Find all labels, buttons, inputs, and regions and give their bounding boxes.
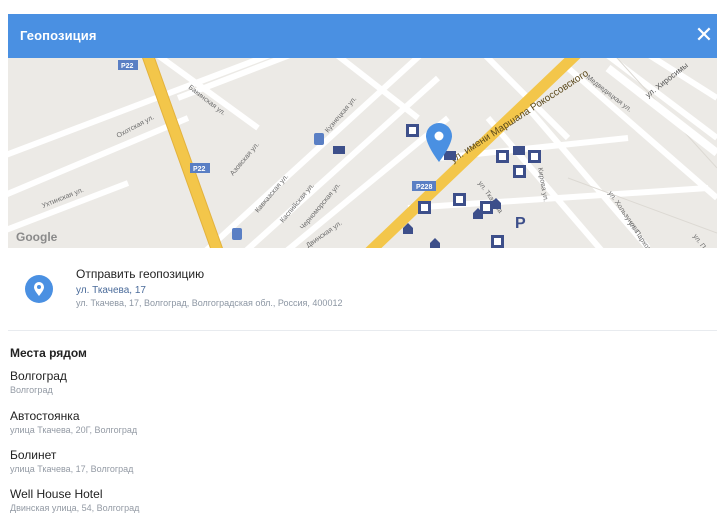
dialog-body: Отправить геопозицию ул. Ткачева, 17 ул.… [8,248,717,518]
close-icon[interactable]: ✕ [693,23,715,47]
dialog-title: Геопозиция [20,28,97,43]
place-address: Волгоград [10,385,53,395]
road-shield: Р22 [121,63,134,70]
street-label: ул. Пархоменко [691,233,717,248]
parking-label: P [515,215,526,232]
place-address: Двинская улица, 54, Волгоград [10,503,140,513]
place-name: Автостоянка [10,409,80,423]
send-location-street: ул. Ткачева, 17 [76,285,146,296]
street-label: ул. Пархоменко [626,220,661,248]
location-pin-icon [25,275,53,303]
place-name: Болинет [10,448,57,462]
nearby-place-item[interactable]: Волгоград Волгоград [10,369,710,405]
street-label: Кавказская ул. [254,173,290,214]
map-view[interactable]: Охотская ул. Ухтинская ул. Бакинская ул.… [8,58,717,248]
nearby-place-item[interactable]: Болинет улица Ткачева, 17, Волгоград [10,448,710,484]
place-name: Волгоград [10,369,67,383]
place-address: улица Ткачева, 17, Волгоград [10,464,134,474]
road-shield: Р228 [416,184,432,191]
place-address: улица Ткачева, 20Г, Волгоград [10,425,138,435]
send-location-button[interactable]: Отправить геопозицию ул. Ткачева, 17 ул.… [8,248,717,330]
send-location-label: Отправить геопозицию [76,267,205,281]
dialog-header: Геопозиция ✕ [8,14,717,58]
road-shield: Р22 [193,166,206,173]
send-location-full-address: ул. Ткачева, 17, Волгоград, Волгоградска… [76,298,343,308]
geolocation-dialog: Геопозиция ✕ Охотская ул. Ухтинская ул. … [0,0,717,518]
google-logo: Google [16,230,58,244]
top-strip [0,0,717,14]
place-name: Well House Hotel [10,487,103,501]
street-label: Азовская ул. [229,141,261,177]
nearby-place-item[interactable]: Well House Hotel Двинская улица, 54, Вол… [10,487,710,518]
nearby-places-title: Места рядом [10,346,87,360]
map-canvas[interactable]: Охотская ул. Ухтинская ул. Бакинская ул.… [8,58,717,248]
divider [8,330,717,331]
nearby-place-item[interactable]: Автостоянка улица Ткачева, 20Г, Волгогра… [10,409,710,445]
